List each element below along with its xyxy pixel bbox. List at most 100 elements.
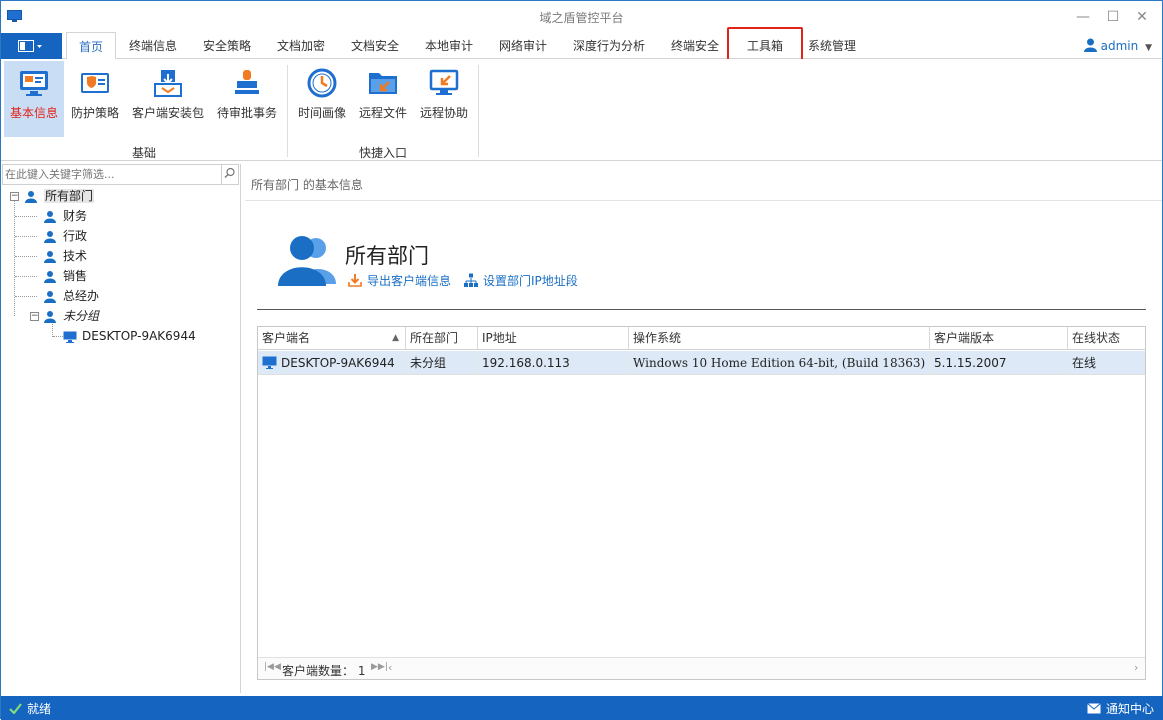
close-button[interactable]: ✕ xyxy=(1132,7,1152,27)
divider xyxy=(257,309,1146,310)
tree-search-input[interactable] xyxy=(5,166,217,183)
ip-link-label: 设置部门IP地址段 xyxy=(483,274,578,288)
ribbon-group-separator xyxy=(478,65,479,157)
ribbon-time-profile-button[interactable]: 时间画像 xyxy=(293,61,351,137)
computer-icon xyxy=(262,356,277,369)
ribbon-protection-policy-button[interactable]: 防护策略 xyxy=(66,61,124,137)
table-row[interactable]: DESKTOP-9AK6944 未分组 192.168.0.113 Window… xyxy=(258,351,1145,375)
tab-terminal-security[interactable]: 终端安全 xyxy=(661,32,729,59)
client-package-icon xyxy=(154,70,182,97)
tree-line xyxy=(14,200,15,316)
column-header-client-version[interactable]: 客户端版本 xyxy=(930,327,1068,350)
ribbon-remote-assist-label: 远程协助 xyxy=(419,106,468,120)
ribbon-pending-approval-label: 待审批事务 xyxy=(216,106,277,120)
tree-line xyxy=(15,276,37,277)
department-icon xyxy=(44,210,56,223)
breadcrumb: 所有部门 的基本信息 xyxy=(251,178,363,192)
set-ip-range-link[interactable]: 设置部门IP地址段 xyxy=(464,272,578,289)
tree-node-sales[interactable]: 销售 xyxy=(44,267,87,285)
sort-ascending-icon: ▲ xyxy=(392,333,399,343)
cell-department: 未分组 xyxy=(406,351,478,375)
notification-center-button[interactable]: 通知中心 xyxy=(1087,700,1154,717)
network-icon xyxy=(464,273,478,287)
tree-node-label: 财务 xyxy=(63,209,88,223)
ribbon-client-package-button[interactable]: 客户端安装包 xyxy=(128,61,208,137)
table-header: 客户端名 ▲ 所在部门 IP地址 操作系统 客户端版本 在线状态 xyxy=(258,327,1145,350)
export-client-info-link[interactable]: 导出客户端信息 xyxy=(348,272,451,289)
first-page-icon[interactable]: |◀◀ xyxy=(264,662,281,672)
remote-file-icon xyxy=(369,73,397,94)
tree-node-label: 总经办 xyxy=(63,289,100,303)
window-title: 域之盾管控平台 xyxy=(539,11,624,25)
scroll-right-icon[interactable]: › xyxy=(1134,661,1138,674)
ribbon-remote-assist-button[interactable]: 远程协助 xyxy=(415,61,473,137)
column-header-client-name[interactable]: 客户端名 ▲ xyxy=(258,327,406,350)
ribbon-client-package-label: 客户端安装包 xyxy=(131,106,204,120)
tab-terminal-info[interactable]: 终端信息 xyxy=(119,32,187,59)
tree-node-tech[interactable]: 技术 xyxy=(44,247,87,265)
tab-doc-encryption[interactable]: 文档加密 xyxy=(267,32,335,59)
search-icon xyxy=(224,167,235,178)
tab-security-policy[interactable]: 安全策略 xyxy=(193,32,261,59)
last-page-icon[interactable]: ▶▶| xyxy=(371,662,388,672)
ribbon-pending-approval-button[interactable]: 待审批事务 xyxy=(213,61,281,137)
ribbon-remote-file-button[interactable]: 远程文件 xyxy=(354,61,412,137)
tab-doc-security[interactable]: 文档安全 xyxy=(341,32,409,59)
tab-local-audit[interactable]: 本地审计 xyxy=(415,32,483,59)
user-icon xyxy=(1083,38,1097,52)
ribbon-group-separator xyxy=(287,65,288,157)
tab-deep-behavior-analysis[interactable]: 深度行为分析 xyxy=(563,32,655,59)
app-menu-icon xyxy=(18,40,42,52)
basic-info-icon xyxy=(20,71,48,96)
chevron-down-icon: ▼ xyxy=(1145,43,1152,53)
protection-policy-icon xyxy=(81,73,109,93)
search-button[interactable] xyxy=(221,165,238,184)
status-ready: 就绪 xyxy=(9,700,51,717)
tree-line xyxy=(15,296,37,297)
download-icon xyxy=(348,274,362,287)
tree-node-gm-office[interactable]: 总经办 xyxy=(44,287,99,305)
detail-panel: 所有部门 的基本信息 所有部门 导出客户端信息 设置部门IP地址段 客户端名 ▲… xyxy=(245,164,1162,693)
app-menu-button[interactable] xyxy=(1,33,62,59)
tree-collapse-toggle[interactable]: − xyxy=(30,312,39,321)
department-group-icon xyxy=(278,236,336,286)
column-header-ip[interactable]: IP地址 xyxy=(478,327,629,350)
user-name: admin xyxy=(1100,39,1139,53)
tree-node-label: 行政 xyxy=(63,229,88,243)
tree-node-label: 所有部门 xyxy=(44,189,95,203)
status-bar: 就绪 通知中心 xyxy=(1,696,1163,720)
column-header-department[interactable]: 所在部门 xyxy=(406,327,478,350)
ribbon-time-profile-label: 时间画像 xyxy=(297,106,346,120)
divider xyxy=(245,200,1162,201)
ribbon: 基本信息 防护策略 客户端安装包 待审批事务 基础 时间画像 远程文件 远程协助… xyxy=(1,59,1162,161)
tree-node-computer[interactable]: DESKTOP-9AK6944 xyxy=(63,327,196,345)
tree-line xyxy=(53,336,63,337)
client-table: 客户端名 ▲ 所在部门 IP地址 操作系统 客户端版本 在线状态 DESKTOP… xyxy=(257,326,1146,680)
ribbon-group-basic-label: 基础 xyxy=(131,146,156,160)
user-menu[interactable]: admin ▼ xyxy=(1083,38,1152,53)
tab-network-audit[interactable]: 网络审计 xyxy=(489,32,557,59)
tree-node-finance[interactable]: 财务 xyxy=(44,207,87,225)
mail-icon xyxy=(1087,703,1101,714)
tree-collapse-toggle[interactable]: − xyxy=(10,192,19,201)
remote-assist-icon xyxy=(429,69,459,95)
tab-home[interactable]: 首页 xyxy=(66,32,116,60)
column-header-online-status[interactable]: 在线状态 xyxy=(1068,327,1145,350)
cell-client-name: DESKTOP-9AK6944 xyxy=(258,351,406,375)
pending-approval-icon xyxy=(235,70,259,94)
column-header-os[interactable]: 操作系统 xyxy=(629,327,930,350)
maximize-button[interactable]: ☐ xyxy=(1103,7,1123,27)
tree-node-admin[interactable]: 行政 xyxy=(44,227,87,245)
title-bar: 域之盾管控平台 — ☐ ✕ xyxy=(1,1,1162,32)
minimize-button[interactable]: — xyxy=(1073,7,1093,27)
tab-system-management[interactable]: 系统管理 xyxy=(798,32,866,59)
tree-node-label: 技术 xyxy=(63,249,88,263)
ribbon-basic-info-label: 基本信息 xyxy=(9,106,58,120)
export-link-label: 导出客户端信息 xyxy=(367,274,452,288)
scroll-left-icon[interactable]: ‹ xyxy=(388,661,392,674)
tree-node-ungrouped[interactable]: 未分组 xyxy=(44,307,99,325)
table-footer: |◀◀ 客户端数量： 1 ▶▶| ‹ › xyxy=(258,657,1145,679)
department-icon xyxy=(25,190,37,203)
tree-node-root[interactable]: 所有部门 xyxy=(25,187,95,205)
ribbon-basic-info-button[interactable]: 基本信息 xyxy=(4,61,64,137)
